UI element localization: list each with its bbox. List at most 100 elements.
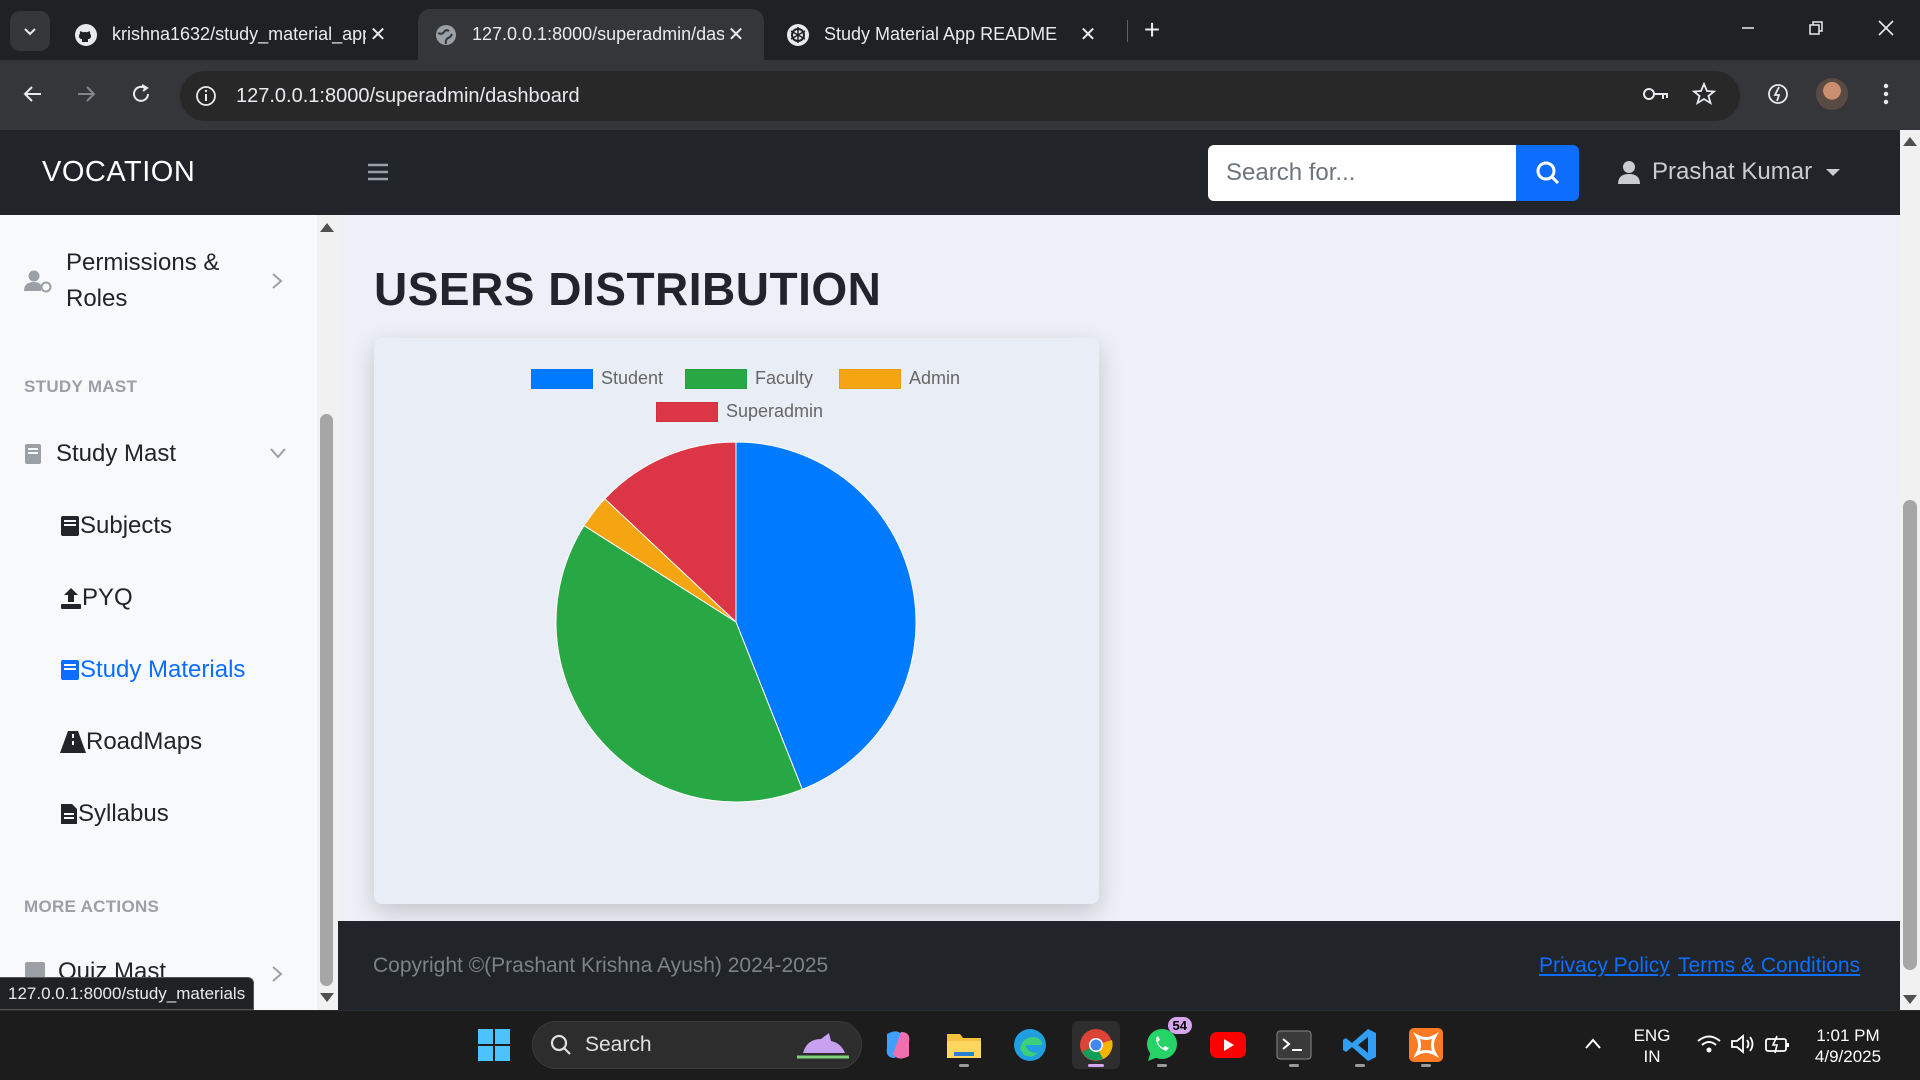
browser-tab-dashboard[interactable]: 127.0.0.1:8000/superadmin/dashboard ✕: [418, 9, 764, 60]
copilot-icon: [886, 1031, 910, 1059]
taskbar-copilot[interactable]: [874, 1021, 922, 1069]
restore-button[interactable]: [1788, 8, 1844, 48]
road-icon: [60, 731, 86, 753]
running-indicator: [959, 1064, 969, 1067]
sidebar-subitem-label: RoadMaps: [86, 728, 203, 755]
browser-tab-readme[interactable]: Study Material App README ✕: [770, 9, 1116, 60]
hamburger-menu-icon[interactable]: [364, 158, 392, 186]
page-scrollbar-thumb[interactable]: [1903, 500, 1917, 970]
github-icon: [74, 23, 98, 47]
chevron-down-icon: [24, 28, 36, 36]
running-indicator: [1088, 1064, 1104, 1067]
privacy-policy-link[interactable]: Privacy Policy: [1539, 954, 1670, 978]
taskbar: Search 54 ENG IN 1:01 PM 4/9/2025: [0, 1010, 1920, 1080]
tab-title: Study Material App README: [824, 24, 1058, 44]
address-bar[interactable]: 127.0.0.1:8000/superadmin/dashboard: [180, 71, 1740, 121]
scroll-up-arrow-icon[interactable]: [320, 223, 334, 232]
reload-button[interactable]: [121, 74, 161, 114]
user-lock-icon: [24, 270, 52, 293]
taskbar-youtube[interactable]: [1204, 1021, 1252, 1069]
sidebar-subitem-pyq[interactable]: PYQ: [60, 584, 133, 612]
close-icon: [1878, 20, 1894, 36]
language-indicator[interactable]: ENG IN: [1630, 1025, 1674, 1067]
sidebar-subitem-syllabus[interactable]: Syllabus: [60, 800, 169, 828]
user-name: Prashat Kumar: [1652, 158, 1813, 185]
sidebar-item-permissions[interactable]: Permissions & Roles: [24, 245, 219, 317]
sidebar-subitem-label: PYQ: [82, 584, 133, 611]
sidebar-item-label: Roles: [66, 285, 128, 312]
sidebar-subitem-subjects[interactable]: Subjects: [60, 512, 172, 540]
site-info-icon[interactable]: [194, 84, 218, 113]
status-bar-url: 127.0.0.1:8000/study_materials: [0, 977, 255, 1010]
browser-tab-github[interactable]: krishna1632/study_material_app ✕: [58, 9, 406, 60]
page-scroll-up-icon[interactable]: [1903, 137, 1917, 146]
browser-menu-button[interactable]: [1866, 74, 1906, 114]
taskbar-xampp[interactable]: [1402, 1021, 1450, 1069]
new-tab-button[interactable]: +: [1136, 14, 1168, 46]
region-code: IN: [1643, 1047, 1661, 1066]
running-indicator: [1289, 1064, 1299, 1067]
bookmark-button[interactable]: [1684, 74, 1724, 114]
close-window-button[interactable]: [1858, 8, 1914, 48]
folder-icon: [947, 1034, 981, 1058]
taskbar-chrome[interactable]: [1072, 1021, 1120, 1069]
taskbar-edge[interactable]: [1006, 1021, 1054, 1069]
password-key-button[interactable]: [1636, 74, 1676, 114]
clock-date: 4/9/2025: [1814, 1047, 1882, 1066]
minimize-button[interactable]: [1720, 8, 1776, 48]
sidebar-subitem-roadmaps[interactable]: RoadMaps: [60, 728, 202, 756]
speed-icon: [1768, 84, 1788, 104]
app-page: VOCATION Prashat Kumar Permissions & Rol…: [0, 130, 1900, 1010]
taskbar-search-label: Search: [585, 1033, 652, 1056]
page-scroll-down-icon[interactable]: [1903, 995, 1917, 1004]
sidebar-item-study-mast[interactable]: Study Mast: [24, 440, 176, 468]
key-icon: [1643, 88, 1668, 100]
search-button[interactable]: [1516, 145, 1579, 201]
chart-card: Student Faculty Admin Superadmin: [374, 338, 1099, 904]
wifi-icon[interactable]: [1696, 1033, 1722, 1055]
upload-icon: [61, 588, 81, 609]
user-dropdown[interactable]: Prashat Kumar: [1618, 158, 1841, 186]
chrome-icon: [1080, 1029, 1113, 1061]
clock[interactable]: 1:01 PM 4/9/2025: [1808, 1025, 1888, 1067]
taskbar-terminal[interactable]: [1270, 1021, 1318, 1069]
running-indicator: [1421, 1064, 1431, 1067]
chevron-down-icon[interactable]: [268, 446, 288, 460]
edge-icon: [1014, 1029, 1046, 1061]
taskbar-search[interactable]: Search: [532, 1021, 862, 1069]
xampp-icon: [1409, 1028, 1443, 1062]
globe-icon: [434, 23, 458, 47]
sidebar-scrollbar-thumb[interactable]: [320, 414, 333, 986]
restore-icon: [1809, 21, 1823, 35]
sidebar-subitem-label: Syllabus: [78, 800, 169, 827]
terms-link[interactable]: Terms & Conditions: [1678, 954, 1860, 978]
scroll-down-arrow-icon[interactable]: [320, 993, 334, 1002]
terminal-icon: [1276, 1030, 1312, 1060]
volume-icon[interactable]: [1730, 1033, 1756, 1055]
tab-search-button[interactable]: [10, 11, 50, 51]
taskbar-whatsapp[interactable]: 54: [1138, 1017, 1192, 1069]
performance-button[interactable]: [1758, 74, 1798, 114]
brand-logo[interactable]: VOCATION: [42, 156, 195, 189]
close-tab-icon[interactable]: ✕: [366, 23, 390, 47]
chevron-right-icon[interactable]: [270, 271, 284, 291]
youtube-icon: [1210, 1032, 1246, 1058]
chevron-up-icon[interactable]: [1584, 1037, 1602, 1051]
unicorn-icon: [797, 1033, 849, 1059]
profile-avatar[interactable]: [1816, 78, 1848, 110]
back-button[interactable]: [13, 74, 53, 114]
taskbar-vscode[interactable]: [1336, 1021, 1384, 1069]
sidebar-subitem-study-materials[interactable]: Study Materials: [60, 656, 245, 684]
start-button[interactable]: [470, 1021, 518, 1069]
close-tab-icon[interactable]: ✕: [724, 23, 748, 47]
chevron-right-icon[interactable]: [270, 964, 284, 984]
book-icon: [61, 516, 79, 536]
battery-icon[interactable]: [1764, 1033, 1792, 1055]
close-tab-icon[interactable]: ✕: [1076, 23, 1100, 47]
running-indicator: [1355, 1064, 1365, 1067]
search-icon: [1536, 161, 1559, 185]
taskbar-file-explorer[interactable]: [940, 1021, 988, 1069]
forward-button[interactable]: [66, 74, 106, 114]
search-input[interactable]: [1208, 145, 1516, 201]
footer: Copyright ©(Prashant Krishna Ayush) 2024…: [338, 921, 1900, 1010]
